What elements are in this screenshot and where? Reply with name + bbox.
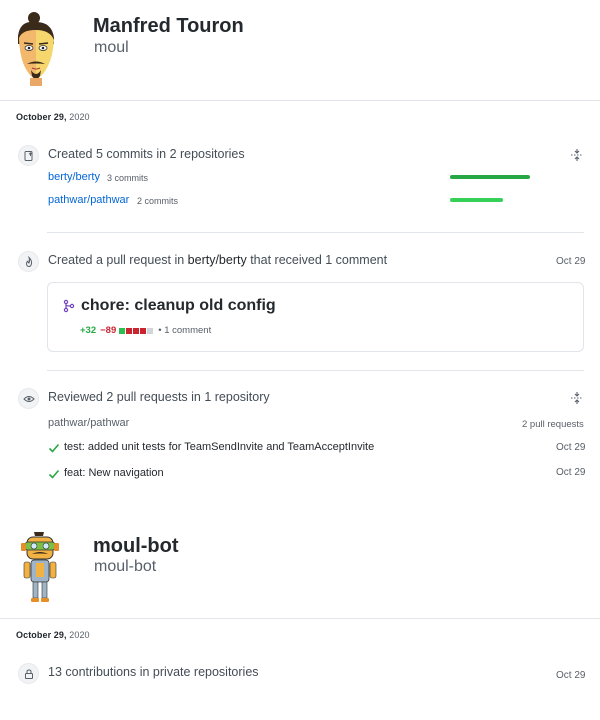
fold-icon[interactable] (570, 391, 584, 405)
pr-event-title-suffix: that received 1 comment (246, 253, 388, 267)
diffstat-block (147, 327, 154, 334)
private-contributions-date: Oct 29 (556, 670, 586, 681)
date-heading: October 29, 2020 (16, 630, 90, 640)
pr-event-title-prefix: Created a pull request in (48, 253, 188, 267)
profile-name[interactable]: moul-bot (93, 535, 179, 558)
commit-bar-pathwar (450, 198, 503, 202)
commit-count-berty[interactable]: 3 commits (107, 173, 148, 183)
profile-login[interactable]: moul-bot (94, 558, 156, 576)
pr-event-date[interactable]: Oct 29 (556, 256, 585, 267)
profile-name[interactable]: Manfred Touron (93, 15, 244, 38)
review-event-title: Reviewed 2 pull requests in 1 repository (48, 390, 270, 404)
commit-count-pathwar[interactable]: 2 commits (137, 196, 178, 206)
pr-additions: +32 (80, 325, 97, 336)
fold-icon[interactable] (570, 148, 584, 162)
divider (0, 100, 600, 101)
review-repo-link[interactable]: pathwar/pathwar (48, 417, 129, 429)
diffstat-block (126, 327, 133, 334)
repo-link-pathwar[interactable]: pathwar/pathwar (48, 194, 129, 206)
pull-request-card[interactable]: chore: cleanup old config +32 −89 • 1 co… (47, 282, 584, 352)
flame-icon (18, 251, 39, 272)
date-month-day: October 29, (16, 630, 67, 640)
pr-event-title: Created a pull request in berty/berty th… (48, 253, 387, 267)
avatar-moul-bot[interactable] (15, 530, 75, 610)
check-icon (48, 441, 60, 453)
date-month-day: October 29, (16, 112, 67, 122)
date-year: 2020 (69, 112, 90, 122)
pr-comment-count: • 1 comment (158, 325, 212, 336)
diffstat-block (140, 327, 147, 334)
divider (47, 370, 584, 371)
profile-login[interactable]: moul (94, 39, 129, 57)
eye-icon (18, 388, 39, 409)
lock-icon (18, 663, 39, 684)
review-pr-count: 2 pull requests (522, 419, 584, 430)
diffstat-block (133, 327, 140, 334)
repo-link-berty[interactable]: berty/berty (48, 171, 100, 183)
divider (0, 618, 600, 619)
review-item-date: Oct 29 (556, 442, 586, 453)
review-item-link[interactable]: feat: New navigation (64, 467, 164, 479)
git-pull-request-icon (63, 299, 75, 313)
date-heading: October 29, 2020 (16, 112, 90, 122)
commits-event-title: Created 5 commits in 2 repositories (48, 147, 245, 161)
review-item-date: Oct 29 (556, 467, 586, 478)
private-contributions-title: 13 contributions in private repositories (48, 665, 259, 679)
pr-deletions: −89 (100, 325, 117, 336)
date-year: 2020 (69, 630, 90, 640)
pr-title-link[interactable]: chore: cleanup old config (81, 297, 276, 315)
check-icon (48, 467, 60, 479)
pr-event-repo-link[interactable]: berty/berty (188, 253, 247, 267)
divider (47, 232, 584, 233)
diffstat-block (119, 327, 126, 334)
avatar-moul[interactable] (10, 10, 70, 90)
pr-diff-stats: +32 −89 • 1 comment (80, 325, 211, 336)
review-item-link[interactable]: test: added unit tests for TeamSendInvit… (64, 441, 374, 453)
repo-push-icon (18, 145, 39, 166)
commit-bar-berty (450, 175, 530, 179)
